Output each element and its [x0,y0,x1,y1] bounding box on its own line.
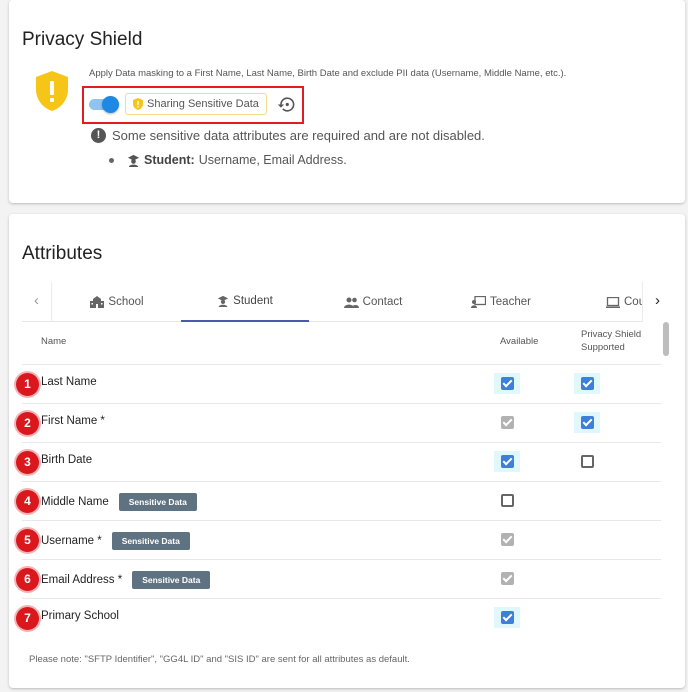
sensitive-data-badge: Sensitive Data [132,571,211,589]
attributes-title: Attributes [22,243,103,264]
column-header-privacy-shield: Privacy Shield Supported [581,329,642,353]
course-icon [606,296,620,308]
attribute-tabs: ‹ School Student Contact Teacher Cou › [22,282,672,322]
attribute-name: Primary School [41,610,119,622]
attribute-name-label: Username * [41,535,102,547]
available-checkbox[interactable] [501,611,514,624]
table-scrollbar[interactable] [663,322,669,356]
privacy-shield-checkbox[interactable] [581,377,594,390]
table-row: 1 Last Name [16,364,661,403]
student-icon [218,295,229,307]
sensitive-data-badge: Sensitive Data [111,532,190,550]
info-icon: ! [91,128,106,143]
contact-icon [343,297,359,308]
required-fields-item: Student: Username, Email Address. [109,153,347,167]
tab-label: Student [233,295,273,307]
bullet [109,157,114,163]
attribute-name-label: Birth Date [41,454,93,466]
row-number-marker: 4 [16,490,39,513]
row-number-marker: 3 [16,451,39,474]
student-label: Student: [144,153,195,167]
table-row: 7 Primary School [16,598,661,637]
available-checkbox[interactable] [501,494,514,507]
table-row: 5 Username * Sensitive Data [16,520,661,559]
available-checkbox [501,533,514,546]
warning-text: Some sensitive data attributes are requi… [112,128,485,143]
tab-student[interactable]: Student [181,282,309,322]
attribute-name-label: Email Address * [41,574,123,586]
chip-label: Sharing Sensitive Data [147,98,259,110]
attribute-name: Middle Name Sensitive Data [41,493,197,511]
school-icon [90,296,105,308]
student-fields: Username, Email Address. [198,153,347,167]
available-checkbox [501,416,514,429]
attribute-name: Birth Date [41,454,92,466]
tabs-scroll-left-button[interactable]: ‹ [22,282,52,322]
attribute-name: Last Name [41,376,97,388]
row-number-marker: 5 [16,529,39,552]
attributes-card: Attributes ‹ School Student Contact Teac… [9,214,685,688]
table-row: 4 Middle Name Sensitive Data [16,481,661,520]
attribute-name-label: First Name * [41,415,105,427]
row-number-marker: 6 [16,568,39,591]
privacy-description: Apply Data masking to a First Name, Last… [89,68,567,79]
available-checkbox[interactable] [501,455,514,468]
privacy-shield-checkbox[interactable] [581,455,594,468]
teacher-icon [471,296,487,308]
tab-contact[interactable]: Contact [309,282,437,322]
tab-teacher[interactable]: Teacher [437,282,565,322]
available-checkbox [501,572,514,585]
attribute-name-label: Primary School [41,610,119,622]
tab-label: School [108,296,144,308]
available-checkbox[interactable] [501,377,514,390]
attribute-name: First Name * [41,415,105,427]
attribute-name: Email Address * Sensitive Data [41,571,211,589]
tabs-scroll-right-button[interactable]: › [642,282,672,322]
restore-icon[interactable] [277,95,296,114]
attribute-name-label: Last Name [41,376,97,388]
tab-course[interactable]: Cou [565,282,642,322]
warning-message: ! Some sensitive data attributes are req… [91,128,485,143]
privacy-shield-card: Privacy Shield Apply Data masking to a F… [9,0,685,203]
privacy-shield-title: Privacy Shield [22,29,143,50]
student-icon [127,154,140,167]
attribute-name-label: Middle Name [41,496,109,508]
row-number-marker: 7 [16,607,39,630]
sharing-sensitive-data-chip[interactable]: Sharing Sensitive Data [125,93,267,115]
column-header-name: Name [41,336,67,347]
shield-small-icon [133,98,143,110]
tab-label: Teacher [490,296,531,308]
table-row: 3 Birth Date [16,442,661,481]
tab-school[interactable]: School [53,282,181,322]
sensitive-data-badge: Sensitive Data [118,493,197,511]
tab-strip: School Student Contact Teacher Cou [53,282,642,322]
row-number-marker: 1 [16,373,39,396]
column-header-available: Available [500,336,539,347]
table-row: 6 Email Address * Sensitive Data [16,559,661,598]
tab-label: Contact [362,296,403,308]
footer-note: Please note: "SFTP Identifier", "GG4L ID… [29,654,410,665]
row-number-marker: 2 [16,412,39,435]
privacy-shield-toggle[interactable] [89,96,120,113]
tab-label: Cou [624,296,642,308]
shield-icon [36,71,68,111]
privacy-shield-checkbox[interactable] [581,416,594,429]
table-row: 2 First Name * [16,403,661,442]
attribute-name: Username * Sensitive Data [41,532,190,550]
